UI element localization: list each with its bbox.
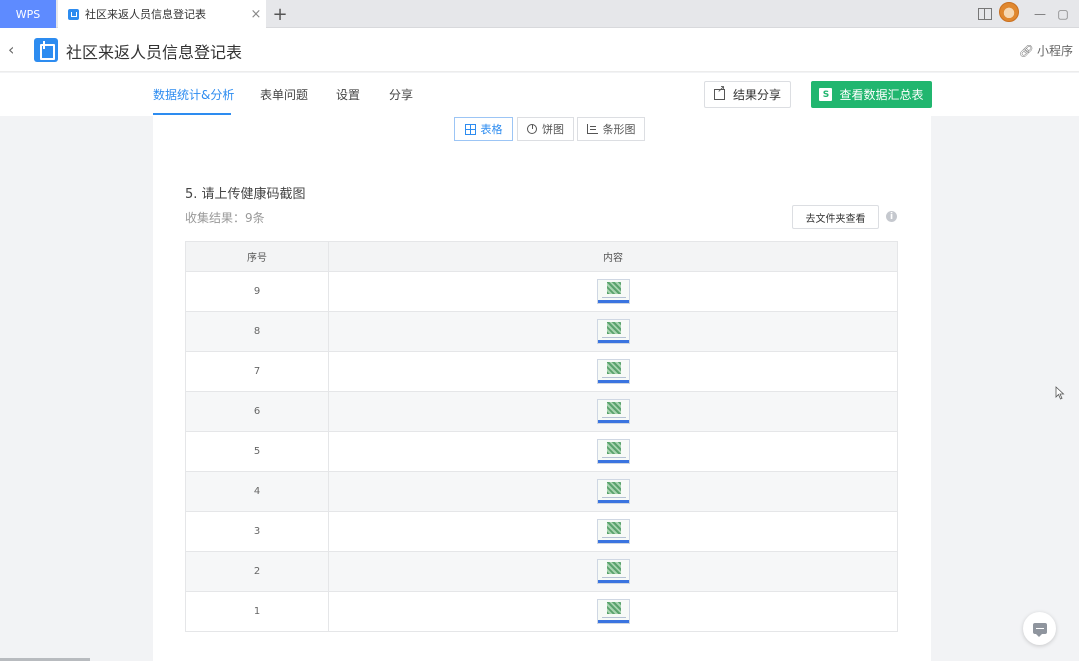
chat-bubble-icon bbox=[1032, 623, 1047, 637]
row-content bbox=[328, 391, 898, 432]
view-summary-label: 查看数据汇总表 bbox=[839, 88, 924, 102]
row-content bbox=[328, 471, 898, 512]
row-content bbox=[328, 551, 898, 592]
table-row: 3 bbox=[185, 511, 898, 552]
active-tab-underline bbox=[153, 113, 231, 115]
table-row: 7 bbox=[185, 351, 898, 392]
row-content bbox=[328, 511, 898, 552]
section-nav: 数据统计&分析 表单问题 设置 分享 结果分享 S 查看数据汇总表 bbox=[0, 73, 1079, 116]
health-code-thumbnail[interactable] bbox=[596, 359, 630, 384]
row-index: 2 bbox=[185, 551, 329, 592]
spreadsheet-icon: S bbox=[819, 88, 833, 101]
view-table-button[interactable]: 表格 bbox=[454, 117, 513, 141]
share-results-label: 结果分享 bbox=[732, 88, 781, 102]
feedback-chat-button[interactable] bbox=[1023, 612, 1056, 645]
table-grid-icon bbox=[464, 123, 476, 135]
view-summary-button[interactable]: S 查看数据汇总表 bbox=[811, 81, 932, 108]
view-pie-label: 饼图 bbox=[542, 123, 564, 136]
collect-result-count: 收集结果：9条 bbox=[185, 211, 265, 225]
back-arrow-icon[interactable]: ‹ bbox=[8, 40, 22, 60]
page-title: 社区来返人员信息登记表 bbox=[66, 43, 243, 62]
form-app-logo bbox=[34, 38, 58, 62]
results-panel: 表格 饼图 条形图 5. 请上传健康码截图 收集结果：9条 去文件夹查看 i 序… bbox=[153, 116, 931, 661]
health-code-thumbnail[interactable] bbox=[596, 519, 630, 544]
view-pie-button[interactable]: 饼图 bbox=[517, 117, 574, 141]
health-code-thumbnail[interactable] bbox=[596, 319, 630, 344]
mini-program-link[interactable]: 🔗︎ 小程序 bbox=[1019, 42, 1073, 59]
info-icon[interactable]: i bbox=[886, 211, 897, 222]
header-index: 序号 bbox=[185, 241, 329, 272]
reading-mode-icon[interactable] bbox=[978, 8, 992, 20]
form-doc-icon bbox=[68, 8, 79, 20]
link-icon: 🔗︎ bbox=[1018, 43, 1034, 58]
app-tab-bar: WPS 社区来返人员信息登记表 × + — ▢ bbox=[0, 0, 1079, 28]
tab-data-statistics[interactable]: 数据统计&分析 bbox=[153, 86, 234, 103]
table-row: 8 bbox=[185, 311, 898, 352]
tab-form-questions[interactable]: 表单问题 bbox=[260, 86, 308, 103]
open-folder-button[interactable]: 去文件夹查看 bbox=[792, 205, 879, 229]
mouse-cursor-icon bbox=[1055, 386, 1065, 400]
table-row: 5 bbox=[185, 431, 898, 472]
row-content bbox=[328, 351, 898, 392]
tab-settings[interactable]: 设置 bbox=[336, 86, 360, 103]
form-title-bar: ‹ 社区来返人员信息登记表 🔗︎ 小程序 bbox=[0, 28, 1079, 72]
document-tab[interactable]: 社区来返人员信息登记表 × bbox=[58, 0, 266, 28]
document-tab-label: 社区来返人员信息登记表 bbox=[85, 8, 206, 21]
health-code-thumbnail[interactable] bbox=[596, 399, 630, 424]
row-index: 1 bbox=[185, 591, 329, 632]
health-code-thumbnail[interactable] bbox=[596, 479, 630, 504]
row-index: 6 bbox=[185, 391, 329, 432]
header-content: 内容 bbox=[328, 241, 898, 272]
table-row: 9 bbox=[185, 271, 898, 312]
row-index: 9 bbox=[185, 271, 329, 312]
row-index: 4 bbox=[185, 471, 329, 512]
maximize-icon[interactable]: ▢ bbox=[1055, 3, 1071, 25]
share-icon bbox=[713, 84, 725, 100]
row-index: 3 bbox=[185, 511, 329, 552]
results-table: 序号 内容 9 8 7 6 5 4 3 2 1 bbox=[185, 241, 898, 632]
row-index: 7 bbox=[185, 351, 329, 392]
row-index: 5 bbox=[185, 431, 329, 472]
health-code-thumbnail[interactable] bbox=[596, 559, 630, 584]
view-bar-button[interactable]: 条形图 bbox=[577, 117, 645, 141]
table-row: 6 bbox=[185, 391, 898, 432]
row-content bbox=[328, 271, 898, 312]
health-code-thumbnail[interactable] bbox=[596, 279, 630, 304]
close-tab-icon[interactable]: × bbox=[246, 7, 266, 22]
table-row: 4 bbox=[185, 471, 898, 512]
table-row: 2 bbox=[185, 551, 898, 592]
minimize-icon[interactable]: — bbox=[1032, 3, 1048, 25]
tab-share[interactable]: 分享 bbox=[389, 86, 413, 103]
new-tab-button[interactable]: + bbox=[270, 2, 290, 26]
bar-chart-icon bbox=[586, 124, 598, 134]
row-index: 8 bbox=[185, 311, 329, 352]
view-bar-label: 条形图 bbox=[602, 123, 636, 136]
row-content bbox=[328, 591, 898, 632]
question-title: 5. 请上传健康码截图 bbox=[185, 187, 306, 202]
row-content bbox=[328, 431, 898, 472]
health-code-thumbnail[interactable] bbox=[596, 439, 630, 464]
table-row: 1 bbox=[185, 591, 898, 632]
share-results-button[interactable]: 结果分享 bbox=[704, 81, 791, 108]
mini-program-label: 小程序 bbox=[1036, 44, 1073, 58]
user-avatar[interactable] bbox=[999, 2, 1019, 22]
view-table-label: 表格 bbox=[480, 123, 503, 136]
health-code-thumbnail[interactable] bbox=[596, 599, 630, 624]
wps-home-tab[interactable]: WPS bbox=[0, 0, 56, 28]
pie-chart-icon bbox=[527, 124, 537, 134]
row-content bbox=[328, 311, 898, 352]
